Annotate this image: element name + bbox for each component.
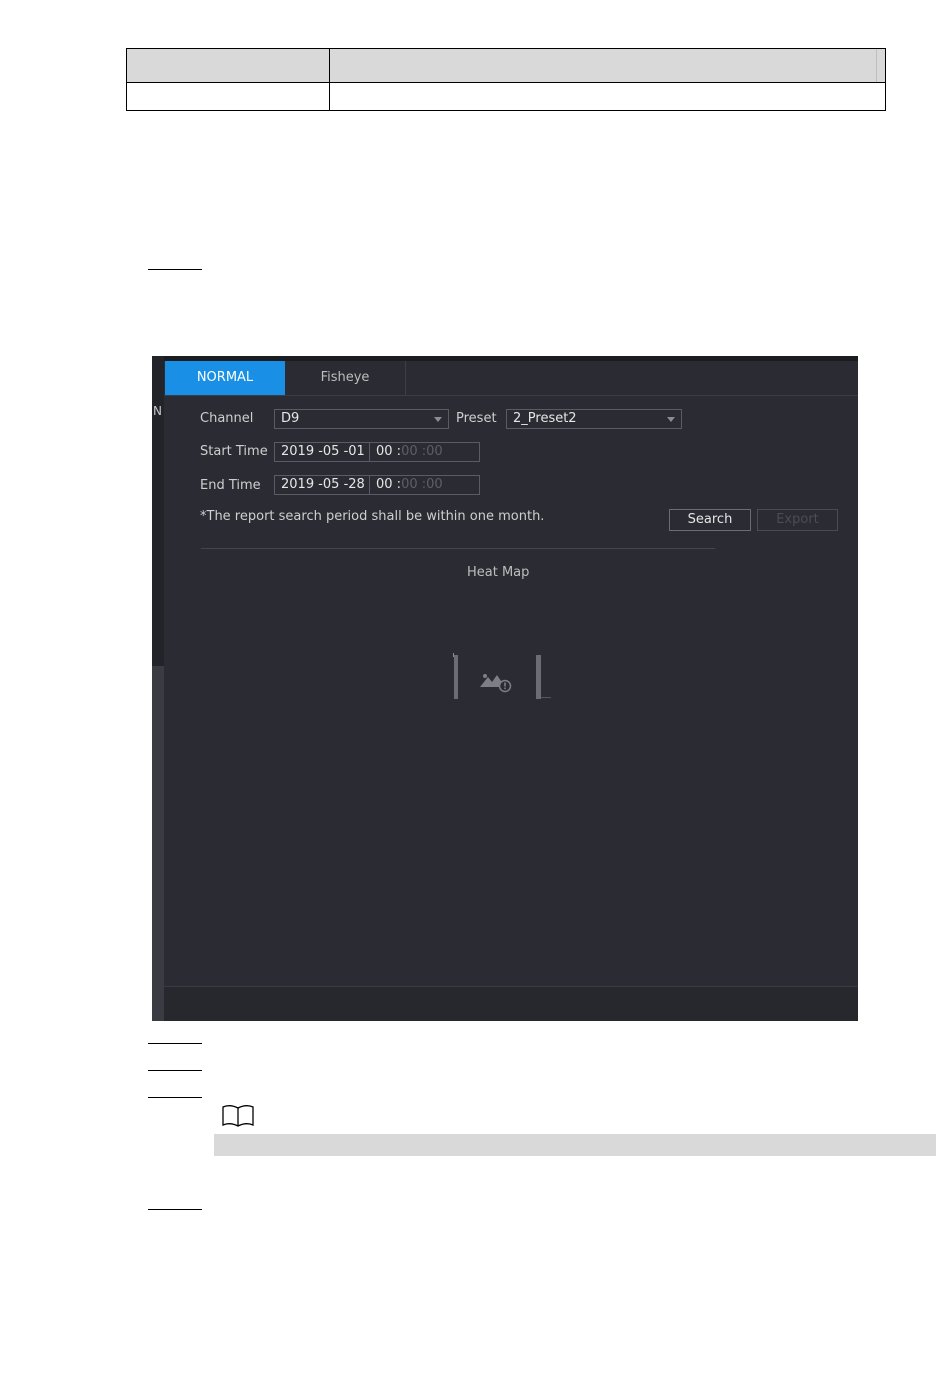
search-period-notice: *The report search period shall be withi…: [200, 509, 545, 524]
start-second: 00: [426, 444, 443, 459]
divider: [201, 548, 715, 549]
end-date-value: 2019 -05 -28: [281, 477, 365, 492]
end-minute: 00 :: [401, 477, 427, 492]
chevron-down-icon: [667, 417, 675, 422]
step-marker: [148, 1043, 202, 1044]
end-date-input[interactable]: 2019 -05 -28: [274, 475, 370, 495]
tab-bar: NORMAL Fisheye: [164, 361, 858, 396]
start-hour: 00 :: [376, 444, 402, 459]
start-time-input[interactable]: 00 :00 :00: [369, 442, 480, 462]
table-header-row: [127, 49, 885, 83]
table-column-divider: [329, 49, 330, 110]
search-button[interactable]: Search: [669, 509, 751, 531]
channel-value: D9: [281, 411, 300, 426]
left-panel-scrollbar[interactable]: [152, 666, 164, 1021]
preset-label: Preset: [456, 411, 497, 426]
heatmap-window: N NORMAL Fisheye Channel D9 Preset 2_Pre…: [152, 356, 858, 1021]
image-missing-icon: [453, 653, 551, 699]
preset-value: 2_Preset2: [513, 411, 577, 426]
preset-select[interactable]: 2_Preset2: [506, 409, 682, 429]
end-hour: 00 :: [376, 477, 402, 492]
search-panel: Channel D9 Preset 2_Preset2 Start Time 2…: [164, 396, 858, 987]
start-time-label: Start Time: [200, 444, 268, 459]
tab-normal[interactable]: NORMAL: [165, 361, 285, 395]
end-time-label: End Time: [200, 478, 261, 493]
table-header-edge: [876, 49, 885, 82]
step-marker: [148, 269, 202, 270]
channel-label: Channel: [200, 411, 254, 426]
note-bar: [214, 1134, 936, 1156]
left-panel-letter: N: [153, 404, 162, 418]
export-button[interactable]: Export: [757, 509, 838, 531]
start-date-value: 2019 -05 -01: [281, 444, 365, 459]
window-footer: [164, 986, 858, 1021]
start-minute: 00 :: [401, 444, 427, 459]
step-marker: [148, 1209, 202, 1210]
book-icon: [222, 1105, 254, 1127]
tab-fisheye[interactable]: Fisheye: [285, 361, 406, 395]
end-second: 00: [426, 477, 443, 492]
document-table: [126, 48, 886, 111]
step-marker: [148, 1070, 202, 1071]
step-marker: [148, 1097, 202, 1098]
start-date-input[interactable]: 2019 -05 -01: [274, 442, 370, 462]
end-time-input[interactable]: 00 :00 :00: [369, 475, 480, 495]
left-panel-strip: N: [152, 356, 164, 1021]
channel-select[interactable]: D9: [274, 409, 449, 429]
heatmap-title: Heat Map: [467, 565, 530, 580]
chevron-down-icon: [434, 417, 442, 422]
